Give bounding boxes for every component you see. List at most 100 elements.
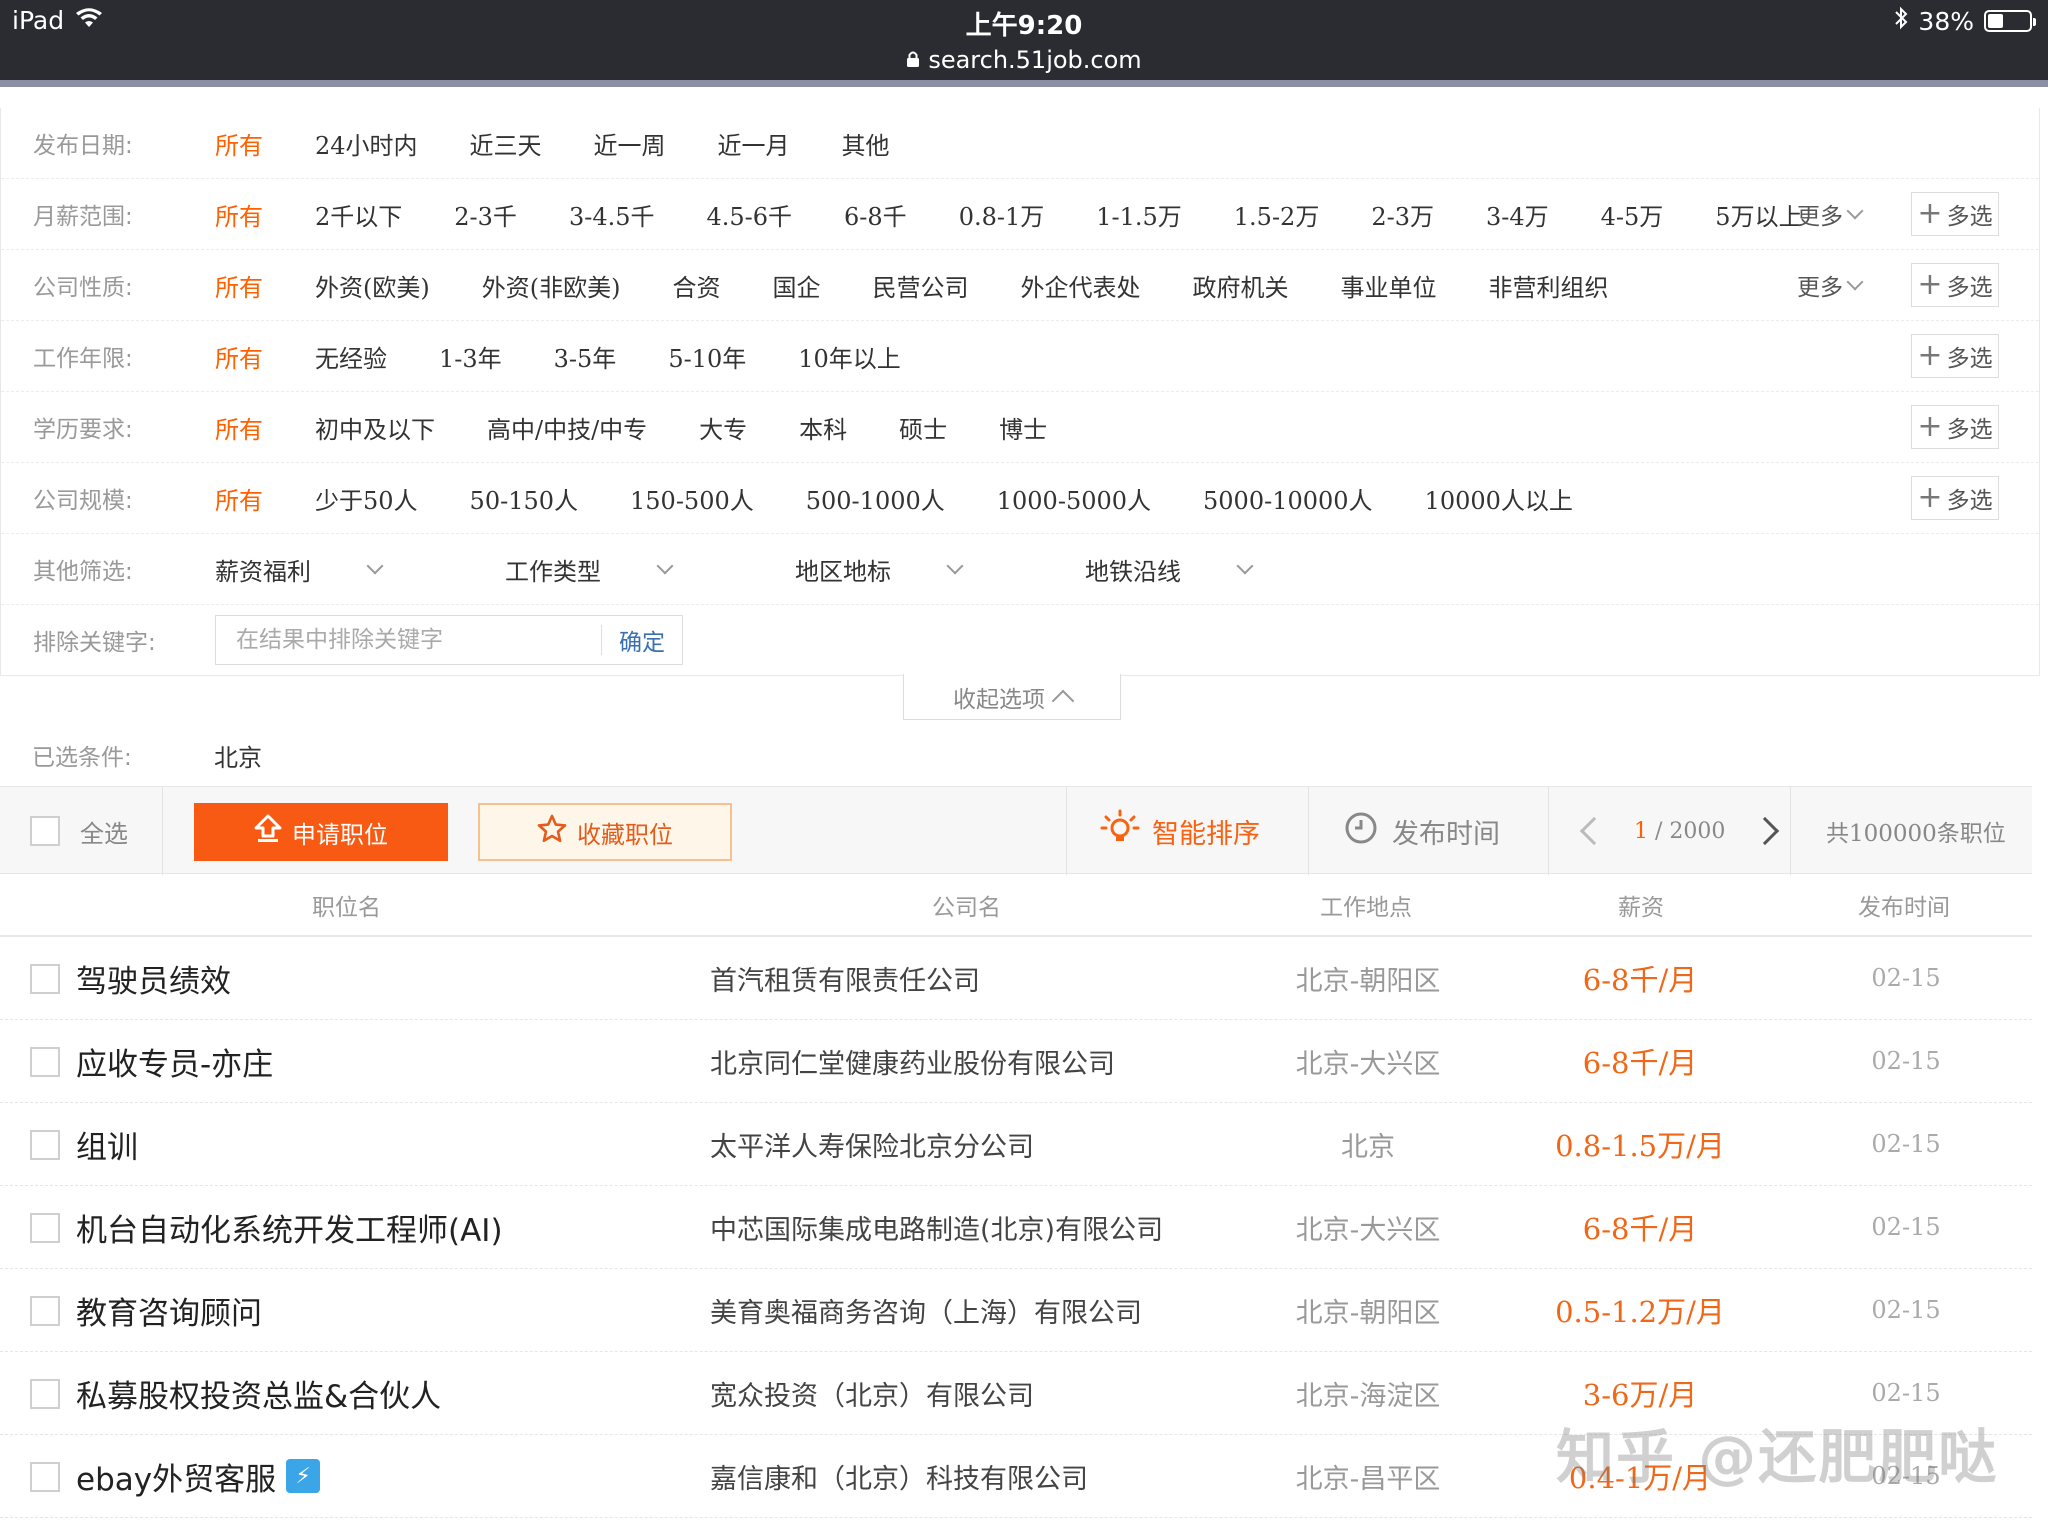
exclude-keyword-input[interactable] bbox=[216, 616, 601, 664]
filter-option[interactable]: 10000人以上 bbox=[1425, 481, 1573, 516]
row-checkbox[interactable] bbox=[30, 1296, 60, 1326]
filter-option[interactable]: 外资(非欧美) bbox=[482, 268, 621, 303]
address-bar[interactable]: search.51job.com bbox=[0, 46, 2048, 74]
sort-smart-button[interactable]: 智能排序 bbox=[1100, 787, 1260, 875]
filter-option[interactable]: 150-500人 bbox=[630, 481, 754, 516]
filter-option-all[interactable]: 所有 bbox=[215, 481, 263, 516]
filter-option[interactable]: 3-5年 bbox=[554, 339, 617, 374]
selected-value[interactable]: 北京 bbox=[214, 738, 262, 773]
select-all[interactable]: 全选 bbox=[30, 787, 128, 875]
filter-option[interactable]: 民营公司 bbox=[872, 268, 968, 303]
row-checkbox[interactable] bbox=[30, 1047, 60, 1077]
filter-option[interactable]: 1000-5000人 bbox=[997, 481, 1151, 516]
table-row[interactable]: 驾驶员绩效 首汽租赁有限责任公司 北京-朝阳区 6-8千/月 02-15 bbox=[0, 937, 2032, 1020]
job-title-link[interactable]: 应收专员-亦庄 bbox=[76, 1020, 273, 1102]
dropdown-landmark[interactable]: 地区地标 bbox=[795, 552, 1013, 587]
filter-option[interactable]: 10年以上 bbox=[798, 339, 901, 374]
filter-option[interactable]: 近三天 bbox=[470, 126, 542, 161]
filter-option[interactable]: 6-8千 bbox=[844, 197, 907, 232]
more-toggle[interactable]: 更多 bbox=[1797, 268, 1864, 302]
filter-option[interactable]: 政府机关 bbox=[1192, 268, 1288, 303]
filter-option[interactable]: 大专 bbox=[699, 410, 747, 445]
company-link[interactable]: 宽众投资（北京）有限公司 bbox=[710, 1352, 1034, 1434]
apply-job-button[interactable]: 申请职位 bbox=[194, 803, 448, 861]
row-checkbox[interactable] bbox=[30, 1213, 60, 1243]
filter-option[interactable]: 非营利组织 bbox=[1488, 268, 1608, 303]
prev-page-icon[interactable] bbox=[1579, 816, 1609, 846]
favorite-job-button[interactable]: 收藏职位 bbox=[478, 803, 732, 861]
table-row[interactable]: 应收专员-亦庄 北京同仁堂健康药业股份有限公司 北京-大兴区 6-8千/月 02-15 bbox=[0, 1020, 2032, 1103]
filter-option[interactable]: 近一周 bbox=[594, 126, 666, 161]
company-link[interactable]: 北京同仁堂健康药业股份有限公司 bbox=[710, 1020, 1115, 1102]
filter-option-all[interactable]: 所有 bbox=[215, 197, 263, 232]
job-title-link[interactable]: 组训 bbox=[76, 1103, 138, 1185]
company-link[interactable]: 中芯国际集成电路制造(北京)有限公司 bbox=[710, 1186, 1163, 1268]
company-link[interactable]: 太平洋人寿保险北京分公司 bbox=[710, 1103, 1034, 1185]
row-checkbox[interactable] bbox=[30, 1462, 60, 1492]
dropdown-benefits[interactable]: 薪资福利 bbox=[215, 552, 433, 587]
multi-select-button[interactable]: + 多选 bbox=[1911, 476, 1999, 520]
job-title-link[interactable]: 驾驶员绩效 bbox=[76, 937, 231, 1019]
filter-option[interactable]: 合资 bbox=[672, 268, 720, 303]
company-link[interactable]: 首汽租赁有限责任公司 bbox=[710, 937, 980, 1019]
filter-option[interactable]: 近一月 bbox=[718, 126, 790, 161]
filter-option[interactable]: 初中及以下 bbox=[315, 410, 435, 445]
filter-option[interactable]: 1-1.5万 bbox=[1096, 197, 1182, 232]
job-title-link[interactable]: 教育咨询顾问 bbox=[76, 1269, 262, 1351]
filter-option-all[interactable]: 所有 bbox=[215, 339, 263, 374]
filter-option[interactable]: 无经验 bbox=[315, 339, 387, 374]
filter-option-all[interactable]: 所有 bbox=[215, 126, 263, 161]
filter-option[interactable]: 外企代表处 bbox=[1020, 268, 1140, 303]
filter-option[interactable]: 2千以下 bbox=[315, 197, 402, 232]
filter-option[interactable]: 500-1000人 bbox=[806, 481, 945, 516]
filter-option-all[interactable]: 所有 bbox=[215, 268, 263, 303]
multi-select-button[interactable]: + 多选 bbox=[1911, 334, 1999, 378]
filter-option[interactable]: 1.5-2万 bbox=[1234, 197, 1320, 232]
filter-option[interactable]: 本科 bbox=[799, 410, 847, 445]
filter-option[interactable]: 外资(欧美) bbox=[315, 268, 430, 303]
table-row[interactable]: 组训 太平洋人寿保险北京分公司 北京 0.8-1.5万/月 02-15 bbox=[0, 1103, 2032, 1186]
row-checkbox[interactable] bbox=[30, 964, 60, 994]
filter-option[interactable]: 1-3年 bbox=[439, 339, 502, 374]
filter-option[interactable]: 2-3千 bbox=[454, 197, 517, 232]
filter-option[interactable]: 少于50人 bbox=[315, 481, 418, 516]
multi-select-button[interactable]: + 多选 bbox=[1911, 263, 1999, 307]
company-link[interactable]: 美育奥福商务咨询（上海）有限公司 bbox=[710, 1269, 1142, 1351]
table-row[interactable]: 机台自动化系统开发工程师(AI) 中芯国际集成电路制造(北京)有限公司 北京-大兴区… bbox=[0, 1186, 2032, 1269]
filter-option[interactable]: 高中/中技/中专 bbox=[487, 410, 647, 445]
multi-select-button[interactable]: + 多选 bbox=[1911, 192, 1999, 236]
job-title-link[interactable]: 机台自动化系统开发工程师(AI) bbox=[76, 1186, 503, 1268]
filter-option[interactable]: 5-10年 bbox=[668, 339, 746, 374]
table-row[interactable]: 教育咨询顾问 美育奥福商务咨询（上海）有限公司 北京-朝阳区 0.5-1.2万/月 02… bbox=[0, 1269, 2032, 1352]
filter-option[interactable]: 3-4.5千 bbox=[569, 197, 655, 232]
next-page-icon[interactable] bbox=[1751, 816, 1780, 846]
filter-option[interactable]: 硕士 bbox=[899, 410, 947, 445]
filter-option[interactable]: 0.8-1万 bbox=[959, 197, 1045, 232]
company-link[interactable]: 嘉信康和（北京）科技有限公司 bbox=[710, 1435, 1088, 1517]
exclude-confirm-button[interactable]: 确定 bbox=[602, 623, 682, 657]
multi-select-button[interactable]: + 多选 bbox=[1911, 405, 1999, 449]
job-title-link[interactable]: 私募股权投资总监&合伙人 bbox=[76, 1352, 441, 1434]
filter-option[interactable]: 5万以上 bbox=[1715, 197, 1802, 232]
filter-option[interactable]: 其他 bbox=[842, 126, 890, 161]
dropdown-subway[interactable]: 地铁沿线 bbox=[1085, 552, 1303, 587]
more-toggle[interactable]: 更多 bbox=[1797, 197, 1864, 231]
collapse-options-button[interactable]: 收起选项 bbox=[903, 674, 1121, 720]
filter-option[interactable]: 2-3万 bbox=[1371, 197, 1434, 232]
filter-option[interactable]: 事业单位 bbox=[1340, 268, 1436, 303]
row-checkbox[interactable] bbox=[30, 1379, 60, 1409]
dropdown-job-type[interactable]: 工作类型 bbox=[505, 552, 723, 587]
filter-option[interactable]: 4-5万 bbox=[1601, 197, 1664, 232]
filter-option[interactable]: 50-150人 bbox=[470, 481, 578, 516]
filter-option[interactable]: 4.5-6千 bbox=[706, 197, 792, 232]
sort-time-button[interactable]: 发布时间 bbox=[1344, 787, 1500, 875]
filter-option-all[interactable]: 所有 bbox=[215, 410, 263, 445]
filter-option[interactable]: 3-4万 bbox=[1486, 197, 1549, 232]
select-all-checkbox[interactable] bbox=[30, 816, 60, 846]
filter-option[interactable]: 博士 bbox=[999, 410, 1047, 445]
filter-option[interactable]: 国企 bbox=[772, 268, 820, 303]
filter-option[interactable]: 5000-10000人 bbox=[1203, 481, 1373, 516]
job-title-link[interactable]: ebay外贸客服 ⚡ bbox=[76, 1435, 321, 1517]
filter-option[interactable]: 24小时内 bbox=[315, 126, 418, 161]
row-checkbox[interactable] bbox=[30, 1130, 60, 1160]
